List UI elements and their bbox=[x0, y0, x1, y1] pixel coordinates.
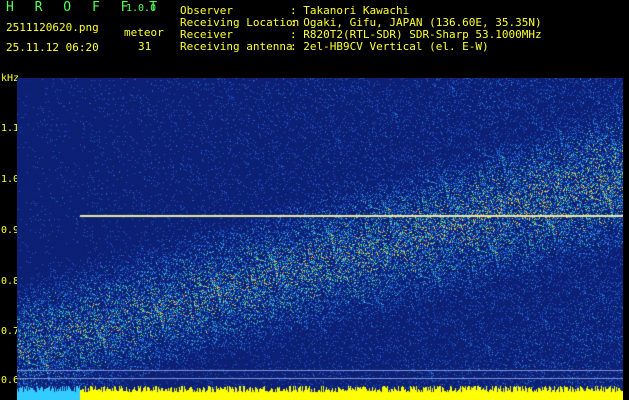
spectrogram-canvas bbox=[17, 78, 623, 400]
antenna-value: : 2el-HB9CV Vertical (el. E-W) bbox=[290, 40, 489, 53]
meteor-label: meteor bbox=[124, 26, 164, 39]
datetime: 25.11.12 06:20 bbox=[6, 41, 99, 54]
antenna-label: Receiving antenna bbox=[180, 40, 293, 53]
meteor-count: 31 bbox=[138, 40, 152, 53]
spectrogram bbox=[17, 78, 623, 400]
filename: 2511120620.png bbox=[6, 21, 99, 34]
app-version: 1.0.0 bbox=[126, 3, 157, 14]
